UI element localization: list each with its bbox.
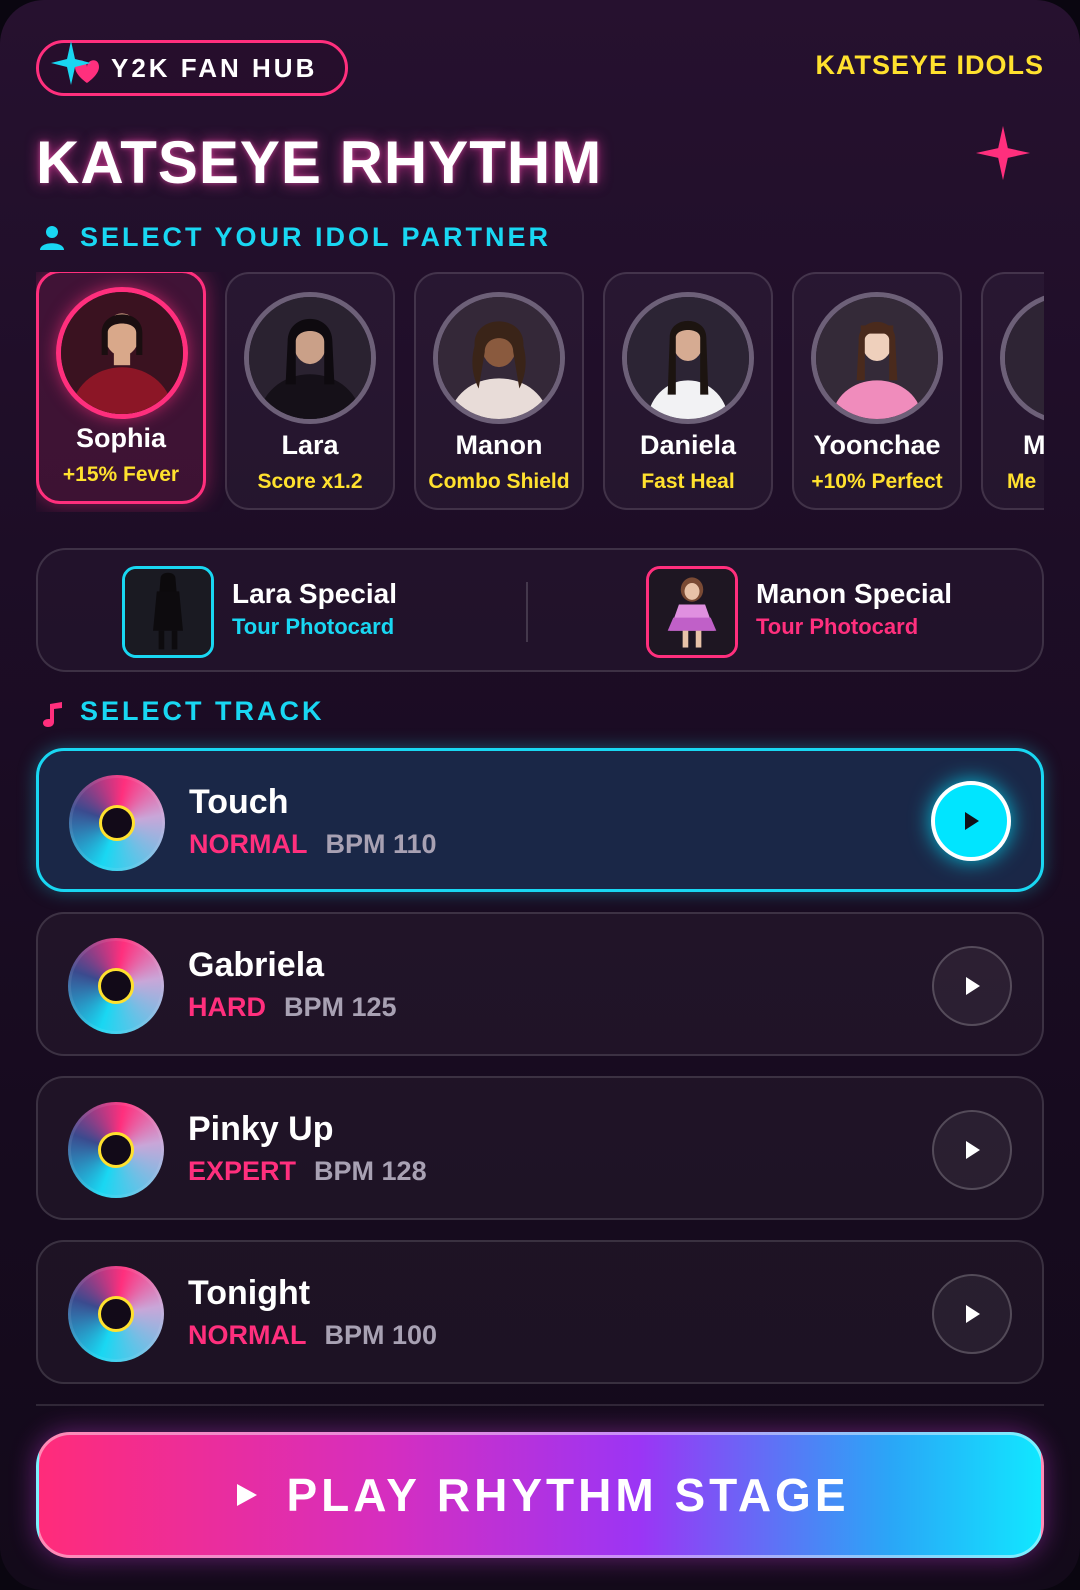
idol-perk: Me [1007,470,1037,493]
preview-play-button[interactable] [932,1274,1012,1354]
avatar [622,292,754,424]
idol-card-daniela[interactable]: Daniela Fast Heal [603,272,773,510]
idol-name: Manon [455,430,543,460]
track-difficulty: HARD [188,992,266,1022]
idol-name: M [1023,430,1044,460]
photocard-lara[interactable]: Lara Special Tour Photocard [122,566,502,658]
avatar [433,292,565,424]
preview-play-button[interactable] [932,1110,1012,1190]
disc-icon [69,775,165,871]
track-title: Pinky Up [188,1110,334,1148]
idol-perk: Score x1.2 [257,470,363,493]
track-touch[interactable]: Touch NORMAL BPM 110 [36,748,1044,892]
photocard-subtitle: Tour Photocard [232,614,395,639]
page-title: KATSEYE RHYTHM [36,129,603,196]
avatar [56,287,188,419]
photocard-thumbnail [122,566,214,658]
photocard-manon[interactable]: Manon Special Tour Photocard [646,566,1026,658]
idol-card-partial[interactable]: M Me [981,272,1044,510]
track-title: Tonight [188,1274,311,1312]
track-meta: NORMAL BPM 110 [189,829,437,860]
track-bpm: BPM 110 [325,829,437,859]
play-icon [965,812,979,830]
photocard-thumbnail [646,566,738,658]
idol-perk: Combo Shield [428,470,570,493]
idol-section-label: SELECT YOUR IDOL PARTNER [80,222,552,252]
track-difficulty: NORMAL [188,1320,307,1350]
photocard-subtitle: Tour Photocard [756,614,919,639]
katseye-idols-link[interactable]: KATSEYE IDOLS [815,50,1044,81]
avatar [1000,292,1044,424]
idol-card-yoonchae[interactable]: Yoonchae +10% Perfect [792,272,962,510]
track-meta: EXPERT BPM 128 [188,1156,427,1187]
idol-card-sophia[interactable]: Sophia +15% Fever [36,272,206,504]
fan-hub-label: Y2K FAN HUB [111,52,318,83]
track-difficulty: NORMAL [189,829,308,859]
disc-icon [68,1102,164,1198]
track-difficulty: EXPERT [188,1156,297,1186]
avatar [244,292,376,424]
track-gabriela[interactable]: Gabriela HARD BPM 125 [36,912,1044,1056]
idol-carousel[interactable]: Sophia +15% Fever Lara Score x1.2 Manon … [36,272,1044,512]
disc-icon [68,938,164,1034]
track-tonight[interactable]: Tonight NORMAL BPM 100 [36,1240,1044,1384]
sparkle-icon [975,125,1031,181]
idol-perk: Fast Heal [641,470,735,493]
disc-icon [68,1266,164,1362]
divider [526,582,528,642]
track-section-label: SELECT TRACK [80,696,325,726]
track-title: Gabriela [188,946,325,984]
play-button-label: PLAY RHYTHM STAGE [286,1469,850,1521]
track-pinky-up[interactable]: Pinky Up EXPERT BPM 128 [36,1076,1044,1220]
list-edge [36,1404,1044,1406]
track-bpm: BPM 100 [324,1320,438,1350]
photocard-panel: Lara Special Tour Photocard Manon Specia… [36,548,1044,672]
music-note-icon [43,702,62,727]
play-icon [236,1484,257,1506]
sparkle-heart-icon [51,41,99,85]
track-meta: NORMAL BPM 100 [188,1320,437,1351]
play-icon [966,977,980,995]
idol-perk: +10% Perfect [811,470,943,493]
photocard-title: Lara Special [232,578,397,609]
fan-hub-badge[interactable]: Y2K FAN HUB [36,40,348,96]
idol-name: Yoonchae [813,430,941,460]
track-title: Touch [189,783,289,821]
track-bpm: BPM 128 [314,1156,427,1186]
app-screen: Y2K FAN HUB KATSEYE IDOLS KATSEYE RHYTHM… [0,0,1080,1590]
play-rhythm-stage-button[interactable]: PLAY RHYTHM STAGE [36,1432,1044,1558]
idol-card-manon[interactable]: Manon Combo Shield [414,272,584,510]
idol-perk: +15% Fever [62,463,180,486]
track-bpm: BPM 125 [284,992,397,1022]
preview-play-button[interactable] [931,781,1011,861]
idol-name: Lara [281,430,339,460]
track-meta: HARD BPM 125 [188,992,397,1023]
avatar [811,292,943,424]
photocard-title: Manon Special [756,578,953,609]
preview-play-button[interactable] [932,946,1012,1026]
idol-name: Daniela [639,430,737,460]
idol-card-lara[interactable]: Lara Score x1.2 [225,272,395,510]
play-icon [966,1141,980,1159]
person-icon [40,226,64,250]
idol-name: Sophia [75,423,166,453]
play-icon [966,1305,980,1323]
